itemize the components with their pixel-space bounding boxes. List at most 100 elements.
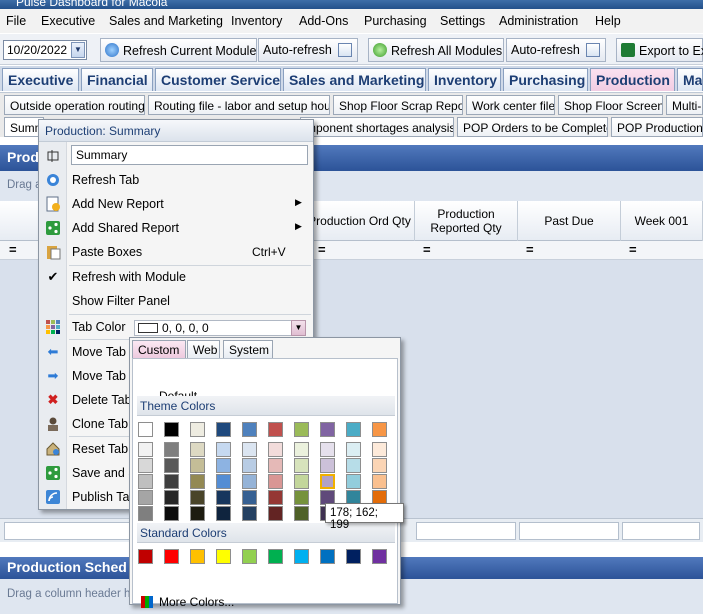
color-swatch[interactable]	[216, 490, 231, 505]
color-swatch[interactable]	[294, 506, 309, 521]
tab-production[interactable]: Production	[590, 68, 675, 91]
color-swatch[interactable]	[138, 422, 153, 437]
color-swatch[interactable]	[190, 422, 205, 437]
subtab-outside-routings[interactable]: Outside operation routings	[4, 95, 145, 115]
color-swatch[interactable]	[164, 474, 179, 489]
tab-custom[interactable]: Custom	[132, 340, 186, 359]
menu-executive[interactable]: Executive	[41, 14, 95, 28]
subtab-pop-production[interactable]: POP Production Co	[611, 117, 703, 137]
color-swatch[interactable]	[138, 458, 153, 473]
color-swatch[interactable]	[320, 474, 335, 489]
color-swatch[interactable]	[242, 549, 257, 564]
color-swatch[interactable]	[216, 458, 231, 473]
color-swatch[interactable]	[294, 490, 309, 505]
color-swatch[interactable]	[242, 506, 257, 521]
color-swatch[interactable]	[294, 442, 309, 457]
color-swatch[interactable]	[190, 458, 205, 473]
color-swatch[interactable]	[216, 442, 231, 457]
color-swatch[interactable]	[268, 490, 283, 505]
menu-add-ons[interactable]: Add-Ons	[299, 14, 348, 28]
color-swatch[interactable]	[268, 458, 283, 473]
filter-operator[interactable]: =	[318, 242, 326, 257]
color-swatch[interactable]	[320, 422, 335, 437]
subtab-work-center[interactable]: Work center file	[466, 95, 555, 115]
date-picker[interactable]: 10/20/2022 ▼	[3, 40, 87, 60]
color-swatch[interactable]	[190, 490, 205, 505]
color-swatch[interactable]	[320, 458, 335, 473]
menu-add-shared-report[interactable]: Add Shared Report ▶	[39, 216, 313, 240]
color-swatch[interactable]	[164, 506, 179, 521]
color-swatch[interactable]	[190, 442, 205, 457]
color-swatch[interactable]	[320, 442, 335, 457]
color-swatch[interactable]	[242, 490, 257, 505]
tab-more[interactable]: Ma	[677, 68, 703, 91]
menu-help[interactable]: Help	[595, 14, 621, 28]
grid-col-prod-reported-qty[interactable]: Production Reported Qty	[415, 201, 518, 241]
subtab-pop-orders[interactable]: POP Orders to be Completed	[457, 117, 608, 137]
subtab-multi-level[interactable]: Multi-L	[666, 95, 703, 115]
color-swatch[interactable]	[346, 422, 361, 437]
color-swatch[interactable]	[268, 474, 283, 489]
color-swatch[interactable]	[138, 549, 153, 564]
tab-financial[interactable]: Financial	[81, 68, 153, 91]
filter-operator[interactable]: =	[423, 242, 431, 257]
menu-refresh-with-module[interactable]: ✔ Refresh with Module	[39, 265, 313, 289]
menu-sales-marketing[interactable]: Sales and Marketing	[109, 14, 223, 28]
color-swatch[interactable]	[190, 506, 205, 521]
color-swatch[interactable]	[346, 474, 361, 489]
color-swatch[interactable]	[138, 506, 153, 521]
color-swatch[interactable]	[138, 474, 153, 489]
color-swatch[interactable]	[164, 458, 179, 473]
tab-color-field[interactable]: 0, 0, 0, 0	[134, 320, 306, 336]
color-swatch[interactable]	[164, 422, 179, 437]
tab-web[interactable]: Web	[187, 340, 220, 359]
color-swatch[interactable]	[372, 474, 387, 489]
menu-purchasing[interactable]: Purchasing	[364, 14, 427, 28]
color-swatch[interactable]	[294, 458, 309, 473]
subtab-shop-floor-screens[interactable]: Shop Floor Screens	[558, 95, 663, 115]
grid-col-week-001[interactable]: Week 001	[621, 201, 703, 241]
tab-purchasing[interactable]: Purchasing	[503, 68, 588, 91]
menu-file[interactable]: File	[6, 14, 26, 28]
color-swatch[interactable]	[216, 506, 231, 521]
tab-executive[interactable]: Executive	[2, 68, 79, 91]
color-swatch[interactable]	[372, 442, 387, 457]
color-swatch[interactable]	[138, 442, 153, 457]
color-swatch[interactable]	[190, 474, 205, 489]
menu-refresh-tab[interactable]: Refresh Tab	[39, 168, 313, 192]
color-swatch[interactable]	[216, 549, 231, 564]
tab-system[interactable]: System	[223, 340, 273, 359]
color-swatch[interactable]	[242, 442, 257, 457]
subtab-routing-file[interactable]: Routing file - labor and setup hours	[148, 95, 330, 115]
color-swatch[interactable]	[294, 474, 309, 489]
color-swatch[interactable]	[216, 422, 231, 437]
menu-add-new-report[interactable]: Add New Report ▶	[39, 192, 313, 216]
tab-inventory[interactable]: Inventory	[428, 68, 501, 91]
color-swatch[interactable]	[216, 474, 231, 489]
menu-show-filter-panel[interactable]: Show Filter Panel	[39, 289, 313, 313]
chevron-down-icon[interactable]: ▼	[71, 42, 85, 58]
color-swatch[interactable]	[346, 442, 361, 457]
color-swatch[interactable]	[164, 490, 179, 505]
color-swatch[interactable]	[268, 442, 283, 457]
refresh-module-button[interactable]: Refresh Current Module	[100, 38, 257, 62]
color-swatch[interactable]	[164, 549, 179, 564]
color-swatch[interactable]	[372, 549, 387, 564]
refresh-all-button[interactable]: Refresh All Modules	[368, 38, 504, 62]
color-swatch[interactable]	[372, 422, 387, 437]
tab-sales-marketing[interactable]: Sales and Marketing	[283, 68, 426, 91]
color-swatch[interactable]	[372, 458, 387, 473]
auto-refresh-all-toggle[interactable]: Auto-refresh	[506, 38, 606, 62]
color-swatch[interactable]	[242, 474, 257, 489]
color-swatch[interactable]	[164, 442, 179, 457]
color-swatch[interactable]	[190, 549, 205, 564]
auto-refresh-toggle[interactable]: Auto-refresh	[258, 38, 358, 62]
more-colors-button[interactable]: More Colors...	[141, 595, 234, 609]
export-button[interactable]: Export to Ex	[616, 38, 703, 62]
menu-inventory[interactable]: Inventory	[231, 14, 282, 28]
filter-operator[interactable]: =	[629, 242, 637, 257]
color-swatch[interactable]	[320, 549, 335, 564]
subtab-component-shortages[interactable]: mponent shortages analysis	[300, 117, 454, 137]
tab-customer-service[interactable]: Customer Service	[155, 68, 281, 91]
menu-settings[interactable]: Settings	[440, 14, 485, 28]
